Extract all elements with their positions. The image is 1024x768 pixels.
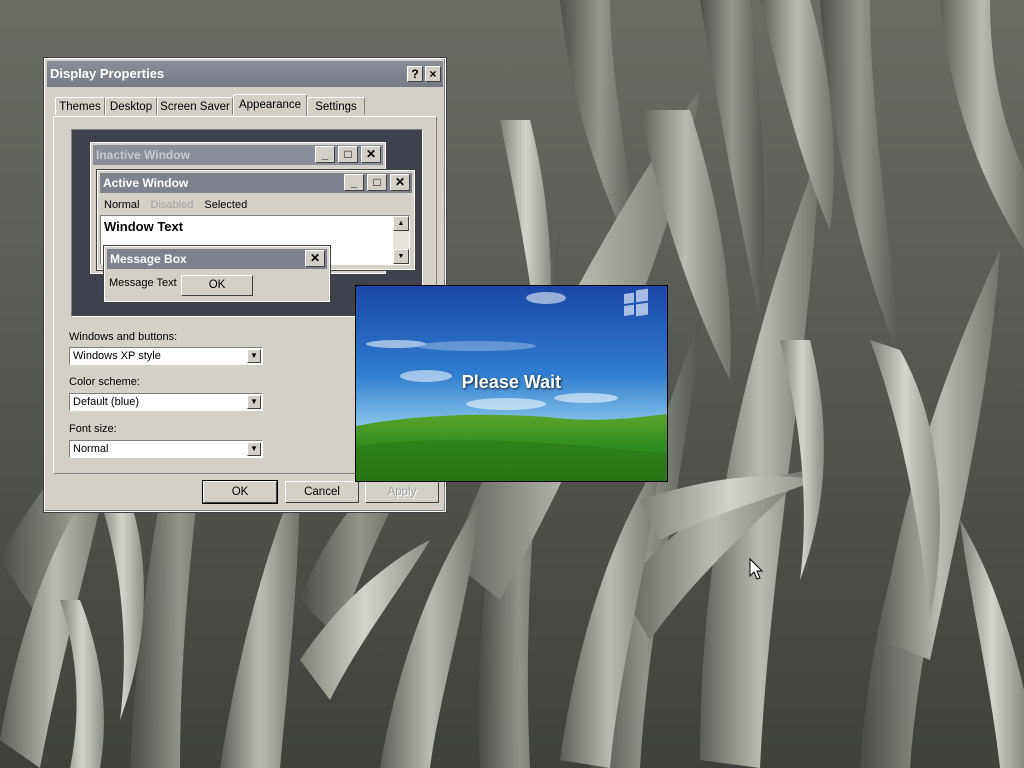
help-icon: ? xyxy=(411,67,419,81)
message-ok-button: OK xyxy=(181,275,253,296)
minimize-icon: _ xyxy=(344,174,364,191)
dialog-title: Display Properties xyxy=(50,66,165,81)
close-icon: ✕ xyxy=(361,146,381,163)
apply-button[interactable]: Apply xyxy=(365,481,439,503)
window-text: Window Text xyxy=(104,219,184,234)
tab-settings[interactable]: Settings xyxy=(307,97,365,115)
menu-selected: Selected xyxy=(204,199,248,211)
windows-buttons-select[interactable]: Windows XP style ▼ xyxy=(69,347,263,365)
color-scheme-value: Default (blue) xyxy=(73,396,140,408)
help-button[interactable]: ? xyxy=(407,66,423,82)
preview-menu-bar: Normal Disabled Selected xyxy=(104,199,247,211)
scroll-up-icon: ▲ xyxy=(393,216,409,231)
close-icon: ✕ xyxy=(305,250,325,267)
maximize-icon: □ xyxy=(367,174,387,191)
please-wait-splash: Please Wait xyxy=(355,285,668,482)
menu-disabled: Disabled xyxy=(150,199,194,211)
chevron-down-icon[interactable]: ▼ xyxy=(247,442,261,456)
message-text: Message Text xyxy=(109,277,177,289)
close-icon: × xyxy=(429,67,437,81)
font-size-value: Normal xyxy=(73,443,109,455)
message-box-title: Message Box xyxy=(107,249,327,269)
chevron-down-icon[interactable]: ▼ xyxy=(247,349,261,363)
scroll-down-icon: ▼ xyxy=(393,249,409,264)
preview-scrollbar: ▲ ▼ xyxy=(393,216,409,264)
menu-normal: Normal xyxy=(104,199,140,211)
maximize-icon: □ xyxy=(338,146,358,163)
preview-message-box: Message Box ✕ Message Text OK xyxy=(103,245,331,303)
windows-buttons-label: Windows and buttons: xyxy=(69,331,178,343)
close-icon: ✕ xyxy=(390,174,410,191)
ok-button[interactable]: OK xyxy=(202,480,278,504)
tab-desktop[interactable]: Desktop xyxy=(105,97,157,115)
color-scheme-select[interactable]: Default (blue) ▼ xyxy=(69,393,263,411)
please-wait-text: Please Wait xyxy=(461,372,562,392)
active-window-title: Active Window xyxy=(100,173,412,193)
windows-buttons-value: Windows XP style xyxy=(73,350,161,362)
font-size-label: Font size: xyxy=(69,423,117,435)
tab-appearance[interactable]: Appearance xyxy=(233,94,307,116)
minimize-icon: _ xyxy=(315,146,335,163)
close-button[interactable]: × xyxy=(425,66,441,82)
font-size-select[interactable]: Normal ▼ xyxy=(69,440,263,458)
cancel-button[interactable]: Cancel xyxy=(285,481,359,503)
tab-screen-saver[interactable]: Screen Saver xyxy=(157,97,233,115)
chevron-down-icon[interactable]: ▼ xyxy=(247,395,261,409)
dialog-title-bar[interactable]: Display Properties ? × xyxy=(47,61,443,87)
color-scheme-label: Color scheme: xyxy=(69,376,140,388)
tab-themes[interactable]: Themes xyxy=(55,97,105,115)
